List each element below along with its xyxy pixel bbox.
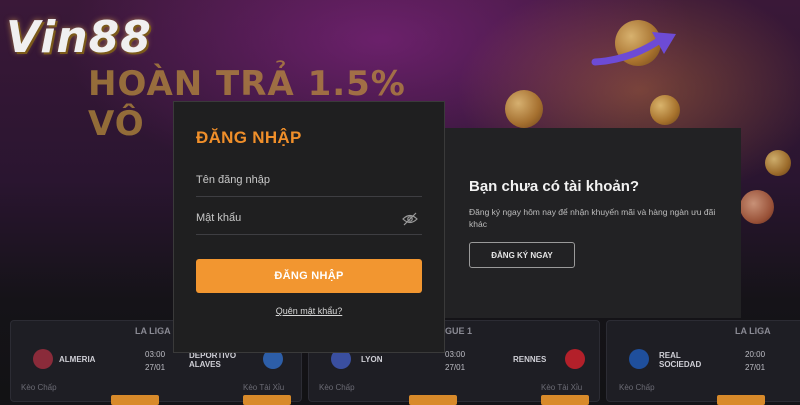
match-handicap-label: Kèo Chấp	[619, 383, 655, 392]
team-crest-icon	[33, 349, 53, 369]
signup-description: Đăng ký ngay hôm nay để nhận khuyến mãi …	[469, 207, 716, 229]
match-handicap-label: Kèo Chấp	[319, 383, 355, 392]
promo-arrow-icon	[591, 32, 676, 66]
username-placeholder: Tên đăng nhập	[196, 174, 271, 186]
login-modal: ĐĂNG NHẬP Tên đăng nhập Mật khẩu ĐĂNG NH…	[173, 101, 445, 353]
coin-icon	[765, 150, 791, 176]
match-home-team: REAL SOCIEDAD	[659, 351, 702, 369]
match-handicap-label: Kèo Chấp	[21, 383, 57, 392]
team-crest-icon	[565, 349, 585, 369]
match-date: 27/01	[445, 363, 466, 372]
match-away-team: DEPORTIVO ALAVES	[189, 351, 237, 369]
brand-logo[interactable]: Vin88	[6, 12, 152, 63]
odds-button[interactable]	[111, 395, 159, 405]
promo-line-1: HOÀN TRẢ 1.5%	[88, 64, 406, 104]
eye-slash-icon[interactable]	[402, 212, 418, 226]
match-time: 20:00	[745, 350, 766, 359]
match-date: 27/01	[145, 363, 166, 372]
odds-button[interactable]	[243, 395, 291, 405]
login-submit-button[interactable]: ĐĂNG NHẬP	[196, 259, 422, 293]
team-crest-icon	[629, 349, 649, 369]
match-card[interactable]: LA LIGA REAL SOCIEDAD 20:00 27/01 Kèo Ch…	[606, 320, 800, 405]
forgot-password-link[interactable]: Quên mật khẩu?	[174, 306, 444, 316]
login-title: ĐĂNG NHẬP	[196, 128, 302, 147]
match-overunder-label: Kèo Tài Xỉu	[541, 383, 583, 392]
odds-button[interactable]	[409, 395, 457, 405]
password-field[interactable]: Mật khẩu	[196, 204, 422, 235]
match-time: 03:00	[145, 350, 166, 359]
password-placeholder: Mật khẩu	[196, 212, 242, 224]
signup-panel: Bạn chưa có tài khoản? Đăng ký ngay hôm …	[443, 128, 741, 318]
match-home-team: ALMERIA	[59, 355, 96, 364]
coin-icon	[505, 90, 543, 128]
username-field[interactable]: Tên đăng nhập	[196, 166, 422, 197]
register-now-button[interactable]: ĐĂNG KÝ NGAY	[469, 242, 575, 268]
odds-button[interactable]	[717, 395, 765, 405]
odds-button[interactable]	[541, 395, 589, 405]
coin-icon	[650, 95, 680, 125]
match-overunder-label: Kèo Tài Xỉu	[243, 383, 285, 392]
match-home-team: LYON	[361, 355, 383, 364]
match-league: LA LIGA	[135, 326, 171, 336]
match-date: 27/01	[745, 363, 766, 372]
match-time: 03:00	[445, 350, 466, 359]
coin-icon	[740, 190, 774, 224]
signup-heading: Bạn chưa có tài khoản?	[469, 178, 640, 195]
match-league: LA LIGA	[735, 326, 771, 336]
match-away-team: RENNES	[513, 355, 547, 364]
